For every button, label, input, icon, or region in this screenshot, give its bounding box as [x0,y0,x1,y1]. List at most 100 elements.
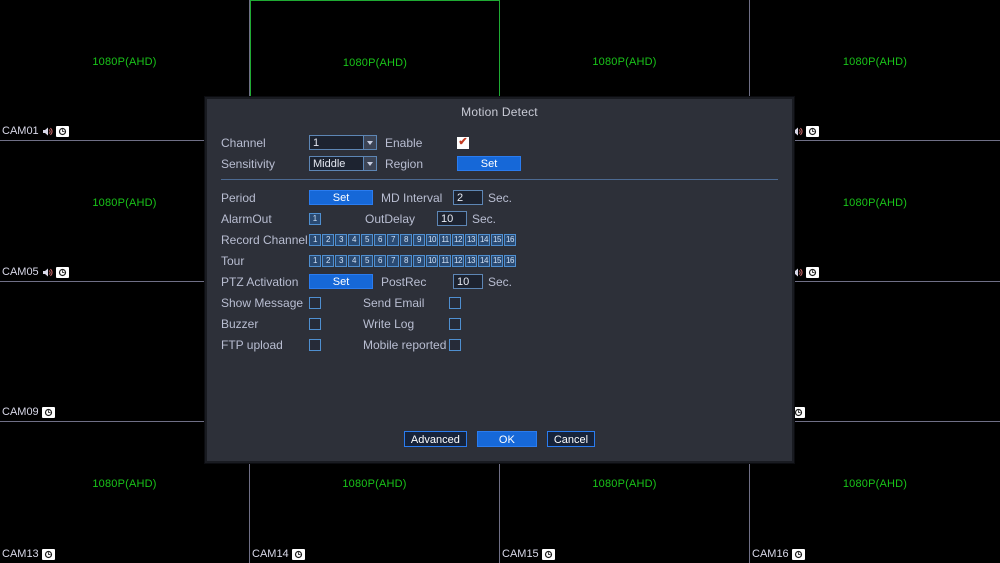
speaker-icon [42,267,53,278]
ptz-row: PTZ Activation Set PostRec Sec. [221,272,778,291]
record-channel-6-checkbox[interactable]: 6 [374,233,386,246]
resolution-label: 1080P(AHD) [342,478,407,491]
outdelay-label: OutDelay [365,211,416,226]
recording-icon [55,266,69,278]
show-message-row: Show Message ✔ Send Email ✔ [221,293,778,312]
recording-icon [805,266,819,278]
camera-status-bar: CAM05 [2,266,69,279]
tour-channel-8-checkbox[interactable]: 8 [400,254,412,267]
buzzer-row: Buzzer ✔ Write Log ✔ [221,314,778,333]
record-channel-8-checkbox[interactable]: 8 [400,233,412,246]
outdelay-input[interactable] [437,211,467,226]
record-channel-10-checkbox[interactable]: 10 [426,233,438,246]
record-channel-4-checkbox[interactable]: 4 [348,233,360,246]
camera-name-label: CAM15 [502,548,539,560]
md-interval-input[interactable] [453,190,483,205]
sensitivity-row: Sensitivity Middle Region Set [221,154,778,173]
tour-channel-16-checkbox[interactable]: 16 [504,254,516,267]
period-label: Period [221,190,256,205]
tour-channel-4-checkbox[interactable]: 4 [348,254,360,267]
md-interval-unit: Sec. [488,190,513,205]
record-channel-14-checkbox[interactable]: 14 [478,233,490,246]
show-message-checkbox[interactable]: ✔ [309,296,321,309]
recording-icon [55,125,69,137]
tour-channel-1-checkbox[interactable]: 1 [309,254,321,267]
channel-row: Channel 1 Enable ✔ [221,133,778,152]
sensitivity-label: Sensitivity [221,156,276,171]
ftp-upload-checkbox[interactable]: ✔ [309,338,321,351]
chevron-down-icon[interactable] [363,157,376,170]
tour-channel-2-checkbox[interactable]: 2 [322,254,334,267]
resolution-label: 1080P(AHD) [842,478,908,491]
camera-name-label: CAM14 [252,548,289,560]
tour-channel-10-checkbox[interactable]: 10 [426,254,438,267]
tour-channel-14-checkbox[interactable]: 14 [478,254,490,267]
cancel-button[interactable]: Cancel [546,431,596,447]
tour-channel-9-checkbox[interactable]: 9 [413,254,425,267]
chevron-down-icon[interactable] [363,136,376,149]
camera-status-bar: CAM16 [752,548,805,561]
buzzer-checkbox[interactable]: ✔ [309,317,321,330]
record-channel-12-checkbox[interactable]: 12 [452,233,464,246]
recording-icon [41,407,55,419]
ok-button[interactable]: OK [476,431,537,447]
tour-channel-13-checkbox[interactable]: 13 [465,254,477,267]
region-set-button[interactable]: Set [457,156,521,171]
advanced-button[interactable]: Advanced [403,431,467,447]
camera-status-bar: CAM15 [502,548,555,561]
alarmout-channel-1-checkbox[interactable]: 1 [309,212,321,225]
tour-channel-12-checkbox[interactable]: 12 [452,254,464,267]
tour-channel-5-checkbox[interactable]: 5 [361,254,373,267]
sensitivity-select-value: Middle [313,157,346,170]
record-channel-2-checkbox[interactable]: 2 [322,233,334,246]
postrec-input[interactable] [453,274,483,289]
speaker-icon [42,126,53,137]
record-channel-row: Record Channel 1 2 3 4 5 6 7 8 9 10 11 12 13 14 15 16 [221,230,778,249]
record-channel-checkbox-strip: 1 2 3 4 5 6 7 8 9 10 11 12 13 14 15 16 [309,233,517,246]
record-channel-1-checkbox[interactable]: 1 [309,233,321,246]
record-channel-5-checkbox[interactable]: 5 [361,233,373,246]
tour-checkbox-strip: 1 2 3 4 5 6 7 8 9 10 11 12 13 14 15 16 [309,254,517,267]
record-channel-11-checkbox[interactable]: 11 [439,233,451,246]
tour-channel-3-checkbox[interactable]: 3 [335,254,347,267]
resolution-label: 1080P(AHD) [92,56,157,68]
resolution-label: 1080P(AHD) [592,56,657,68]
enable-checkbox[interactable]: ✔ [457,136,469,149]
mobile-reported-checkbox[interactable]: ✔ [449,338,461,351]
period-row: Period Set MD Interval Sec. [221,188,778,207]
channel-select[interactable]: 1 [309,135,377,150]
camera-name-label: CAM16 [752,548,789,560]
record-channel-13-checkbox[interactable]: 13 [465,233,477,246]
record-channel-3-checkbox[interactable]: 3 [335,233,347,246]
send-email-checkbox[interactable]: ✔ [449,296,461,309]
tour-row: Tour 1 2 3 4 5 6 7 8 9 10 11 12 13 14 15 16 [221,251,778,270]
tour-channel-15-checkbox[interactable]: 15 [491,254,503,267]
recording-icon [541,549,555,560]
region-label: Region [385,156,424,171]
ptz-activation-label: PTZ Activation [221,274,299,289]
tour-channel-6-checkbox[interactable]: 6 [374,254,386,267]
resolution-label: 1080P(AHD) [592,478,657,491]
tour-channel-11-checkbox[interactable]: 11 [439,254,451,267]
record-channel-label: Record Channel [221,232,308,247]
ptz-set-button[interactable]: Set [309,274,373,289]
camera-status-bar: CAM14 [252,548,305,561]
record-channel-16-checkbox[interactable]: 16 [504,233,516,246]
dialog-title: Motion Detect [461,105,538,119]
tour-channel-7-checkbox[interactable]: 7 [387,254,399,267]
section-divider [221,179,778,180]
postrec-label: PostRec [381,274,427,289]
send-email-label: Send Email [363,295,425,310]
camera-name-label: CAM13 [2,548,39,560]
resolution-label: 1080P(AHD) [92,478,157,491]
write-log-checkbox[interactable]: ✔ [449,317,461,330]
enable-label: Enable [385,135,423,150]
record-channel-9-checkbox[interactable]: 9 [413,233,425,246]
camera-name-label: CAM01 [2,124,39,137]
period-set-button[interactable]: Set [309,190,373,205]
record-channel-15-checkbox[interactable]: 15 [491,233,503,246]
record-channel-7-checkbox[interactable]: 7 [387,233,399,246]
recording-icon [805,125,819,137]
channel-select-value: 1 [313,136,320,149]
sensitivity-select[interactable]: Middle [309,156,377,171]
